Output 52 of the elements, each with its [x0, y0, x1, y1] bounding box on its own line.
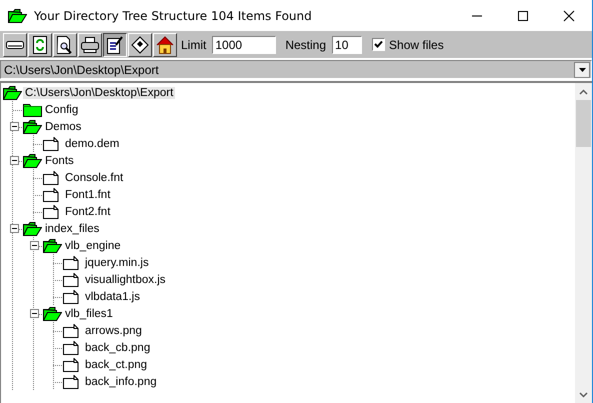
- maximize-icon: [517, 10, 529, 22]
- tree-item-file[interactable]: back_ct.png: [83, 358, 150, 370]
- tree-item-file[interactable]: vlbdata1.js: [83, 290, 142, 302]
- folder-icon: [23, 102, 43, 116]
- collapse-toggle-icon[interactable]: [10, 156, 18, 165]
- path-text: C:\Users\Jon\Desktop\Export: [3, 62, 159, 76]
- tree-item-file[interactable]: arrows.png: [83, 324, 144, 336]
- folder-icon: [23, 222, 43, 236]
- input-field[interactable]: 10: [332, 36, 362, 54]
- tree-item-file[interactable]: visuallightbox.js: [83, 274, 168, 286]
- scrollbar-thumb[interactable]: [576, 100, 591, 147]
- collapse-toggle-icon[interactable]: [10, 122, 18, 131]
- vertical-scrollbar[interactable]: [575, 83, 592, 403]
- input-field[interactable]: 1000: [212, 36, 276, 54]
- folder-icon: [43, 238, 63, 252]
- tree-item-folder[interactable]: vlb_files1: [63, 308, 115, 320]
- tree-item-file[interactable]: jquery.min.js: [83, 256, 151, 268]
- tree-item-folder[interactable]: Demos: [43, 120, 84, 132]
- collapse-toggle-icon[interactable]: [10, 224, 18, 233]
- tree-item-file[interactable]: demo.dem: [63, 138, 122, 150]
- drive-icon: [6, 40, 24, 50]
- checkbox[interactable]: [372, 38, 386, 51]
- collapse-toggle-icon[interactable]: [30, 241, 38, 250]
- field-label: Nesting: [285, 38, 326, 52]
- field-label: Limit: [181, 38, 206, 52]
- folder-icon: [23, 120, 43, 134]
- folder-icon: [43, 306, 63, 320]
- folder-icon: [23, 154, 43, 168]
- checkbox-label: Show files: [389, 38, 444, 52]
- tree-item-folder[interactable]: Config: [43, 104, 80, 116]
- tree-item-file[interactable]: back_cb.png: [83, 342, 152, 354]
- tree-item-folder[interactable]: C:\Users\Jon\Desktop\Export: [23, 86, 176, 98]
- folder-icon: [3, 86, 23, 100]
- tree-item-folder[interactable]: Fonts: [43, 154, 76, 166]
- diamond-icon: [131, 36, 149, 54]
- printer-icon: [81, 36, 99, 52]
- magnifier-page-icon: [57, 36, 73, 54]
- path-combo-box[interactable]: C:\Users\Jon\Desktop\Export: [0, 60, 592, 79]
- window-title: Your Directory Tree Structure 104 Items Found: [34, 8, 313, 22]
- tree-item-file[interactable]: Font1.fnt: [63, 188, 112, 200]
- close-icon: [563, 10, 575, 22]
- folder-icon: [8, 8, 27, 22]
- tree-item-file[interactable]: back_info.png: [83, 376, 159, 388]
- collapse-toggle-icon[interactable]: [30, 309, 38, 318]
- tree-item-file[interactable]: Console.fnt: [63, 172, 126, 184]
- tree-item-folder[interactable]: vlb_engine: [63, 240, 123, 252]
- pencil-page-icon: [107, 36, 123, 54]
- tree-item-folder[interactable]: index_files: [43, 222, 102, 234]
- toolbar-button[interactable]: [103, 32, 127, 56]
- refresh-icon: [33, 36, 47, 54]
- tree-item-file[interactable]: Font2.fnt: [63, 206, 112, 218]
- house-icon: [156, 36, 174, 54]
